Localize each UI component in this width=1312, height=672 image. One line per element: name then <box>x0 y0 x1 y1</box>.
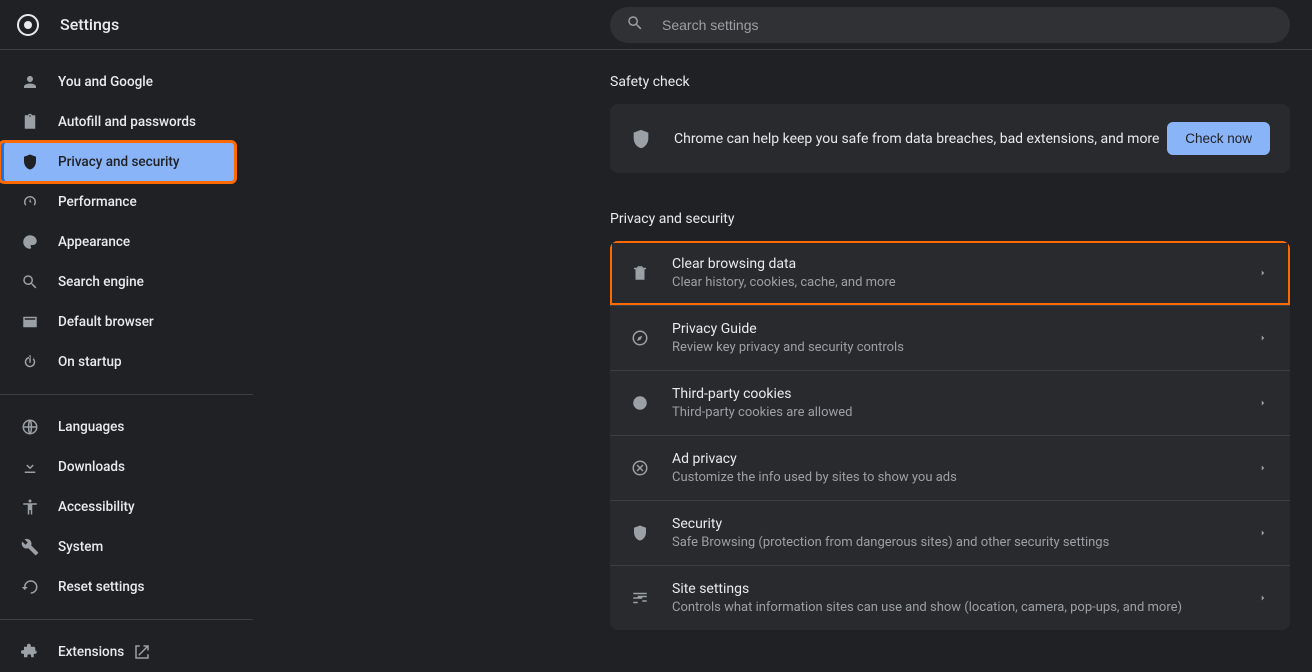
sidebar-item-label: You and Google <box>58 74 153 90</box>
clipboard-icon <box>20 112 40 132</box>
sidebar-item-label: System <box>58 539 103 555</box>
cookie-icon <box>630 393 650 413</box>
chevron-right-icon <box>1258 592 1270 604</box>
sidebar-item-languages[interactable]: Languages <box>0 407 235 447</box>
chrome-logo-icon <box>16 13 40 37</box>
sidebar-item-label: Reset settings <box>58 579 144 595</box>
row-security[interactable]: Security Safe Browsing (protection from … <box>610 500 1290 565</box>
topbar: Settings <box>0 0 1312 50</box>
row-subtitle: Controls what information sites can use … <box>672 600 1258 615</box>
sidebar-item-label: Extensions <box>58 644 124 660</box>
row-subtitle: Clear history, cookies, cache, and more <box>672 275 1258 290</box>
sidebar-item-label: Accessibility <box>58 499 135 515</box>
sidebar-item-search-engine[interactable]: Search engine <box>0 262 235 302</box>
sidebar-item-reset[interactable]: Reset settings <box>0 567 235 607</box>
row-privacy-guide[interactable]: Privacy Guide Review key privacy and sec… <box>610 305 1290 370</box>
ad-icon <box>630 458 650 478</box>
extension-icon <box>20 642 40 662</box>
sidebar-item-downloads[interactable]: Downloads <box>0 447 235 487</box>
row-subtitle: Safe Browsing (protection from dangerous… <box>672 535 1258 550</box>
sidebar-item-you-google[interactable]: You and Google <box>0 62 235 102</box>
search-engine-icon <box>20 272 40 292</box>
sidebar-item-label: Search engine <box>58 274 144 290</box>
row-title: Privacy Guide <box>672 321 1258 337</box>
chevron-right-icon <box>1258 527 1270 539</box>
sidebar-item-label: Languages <box>58 419 124 435</box>
sidebar-divider <box>0 619 253 620</box>
chevron-right-icon <box>1258 332 1270 344</box>
chevron-right-icon <box>1258 267 1270 279</box>
power-icon <box>20 352 40 372</box>
sidebar-item-label: On startup <box>58 354 122 370</box>
sidebar-item-appearance[interactable]: Appearance <box>0 222 235 262</box>
row-ad-privacy[interactable]: Ad privacy Customize the info used by si… <box>610 435 1290 500</box>
safety-message: Chrome can help keep you safe from data … <box>674 131 1167 147</box>
sidebar-item-label: Appearance <box>58 234 130 250</box>
row-title: Clear browsing data <box>672 256 1258 272</box>
search-icon <box>626 14 662 36</box>
restore-icon <box>20 577 40 597</box>
sidebar-item-privacy[interactable]: Privacy and security <box>0 142 235 182</box>
row-subtitle: Customize the info used by sites to show… <box>672 470 1258 485</box>
sidebar-item-label: Autofill and passwords <box>58 114 196 130</box>
search-box[interactable] <box>610 7 1290 43</box>
sidebar-item-label: Downloads <box>58 459 125 475</box>
row-site-settings[interactable]: Site settings Controls what information … <box>610 565 1290 630</box>
search-input[interactable] <box>662 17 1274 33</box>
browser-icon <box>20 312 40 332</box>
sidebar-item-label: Performance <box>58 194 137 210</box>
sidebar-item-label: Default browser <box>58 314 154 330</box>
sidebar-item-system[interactable]: System <box>0 527 235 567</box>
main-content: Safety check Chrome can help keep you sa… <box>254 50 1312 652</box>
row-third-party-cookies[interactable]: Third-party cookies Third-party cookies … <box>610 370 1290 435</box>
check-now-button[interactable]: Check now <box>1167 122 1270 155</box>
speedometer-icon <box>20 192 40 212</box>
row-title: Ad privacy <box>672 451 1258 467</box>
person-icon <box>20 72 40 92</box>
tune-icon <box>630 588 650 608</box>
shield-icon <box>20 152 40 172</box>
accessibility-icon <box>20 497 40 517</box>
compass-icon <box>630 328 650 348</box>
sidebar-item-startup[interactable]: On startup <box>0 342 235 382</box>
sidebar-divider <box>0 394 253 395</box>
sidebar-item-label: Privacy and security <box>58 154 180 170</box>
row-title: Site settings <box>672 581 1258 597</box>
sidebar-item-extensions[interactable]: Extensions <box>0 632 235 672</box>
row-clear-browsing-data[interactable]: Clear browsing data Clear history, cooki… <box>610 241 1290 305</box>
privacy-section-title: Privacy and security <box>610 211 1290 227</box>
row-title: Security <box>672 516 1258 532</box>
privacy-list: Clear browsing data Clear history, cooki… <box>610 241 1290 630</box>
chevron-right-icon <box>1258 397 1270 409</box>
download-icon <box>20 457 40 477</box>
chevron-right-icon <box>1258 462 1270 474</box>
shield-icon <box>630 523 650 543</box>
row-title: Third-party cookies <box>672 386 1258 402</box>
sidebar: You and Google Autofill and passwords Pr… <box>0 50 254 652</box>
palette-icon <box>20 232 40 252</box>
shield-check-icon <box>630 128 652 150</box>
sidebar-item-accessibility[interactable]: Accessibility <box>0 487 235 527</box>
page-title: Settings <box>60 15 119 34</box>
open-in-new-icon <box>132 642 152 662</box>
sidebar-item-autofill[interactable]: Autofill and passwords <box>0 102 235 142</box>
wrench-icon <box>20 537 40 557</box>
safety-check-card: Chrome can help keep you safe from data … <box>610 104 1290 173</box>
trash-icon <box>630 263 650 283</box>
sidebar-item-performance[interactable]: Performance <box>0 182 235 222</box>
row-subtitle: Review key privacy and security controls <box>672 340 1258 355</box>
globe-icon <box>20 417 40 437</box>
sidebar-item-default-browser[interactable]: Default browser <box>0 302 235 342</box>
row-subtitle: Third-party cookies are allowed <box>672 405 1258 420</box>
safety-section-title: Safety check <box>610 74 1290 90</box>
